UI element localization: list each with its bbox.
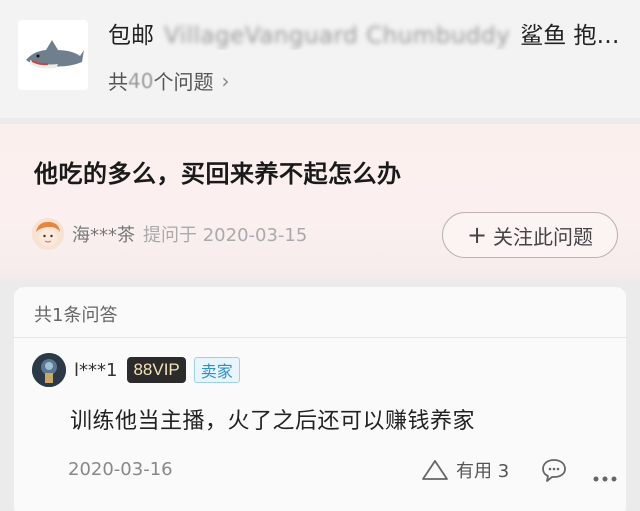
answerer-name: l***1 — [74, 359, 118, 381]
product-title-suffix: 鲨鱼 抱… — [520, 23, 620, 49]
asker-name: 海***茶 — [72, 225, 135, 246]
chevron-right-icon: › — [221, 68, 230, 93]
product-title-prefix: 包邮 — [108, 23, 154, 49]
follow-question-button[interactable]: + 关注此问题 — [442, 212, 618, 258]
product-header[interactable]: 包邮 VillageVanguard Chumbuddy 鲨鱼 抱… 共 40 个问… — [0, 0, 640, 118]
more-button[interactable] — [592, 468, 618, 487]
comment-button[interactable] — [540, 457, 568, 487]
useful-label: 有用 3 — [456, 461, 510, 482]
plus-icon: + — [466, 221, 488, 249]
comment-icon — [542, 459, 566, 482]
divider — [14, 337, 626, 338]
answer-text: 训练他当主播，火了之后还可以赚钱养家 — [70, 409, 476, 434]
vip-badge: 88VIP — [127, 357, 186, 383]
answerer-avatar[interactable] — [32, 353, 66, 387]
useful-button[interactable]: 有用 3 — [420, 457, 509, 483]
question-count-link[interactable]: 共 40 个问题 › — [108, 66, 229, 95]
asker-info: 海***茶 提问于 2020-03-15 — [32, 218, 307, 250]
product-title-blurred: VillageVanguard Chumbuddy — [164, 23, 511, 49]
thumbs-up-triangle-icon — [422, 460, 448, 480]
shark-plush-image — [18, 20, 88, 90]
seller-badge: 卖家 — [193, 357, 240, 383]
follow-question-label: 关注此问题 — [493, 224, 594, 249]
product-thumbnail[interactable] — [18, 20, 88, 90]
question-count-prefix: 共 — [108, 70, 128, 94]
answer-date: 2020-03-16 — [68, 459, 173, 480]
question-text: 他吃的多么，买回来养不起怎么办 — [34, 160, 402, 188]
question-count-suffix: 个问题 — [153, 70, 214, 94]
answers-count: 共1条问答 — [34, 305, 118, 326]
asker-avatar — [32, 218, 64, 250]
question-card: 他吃的多么，买回来养不起怎么办 海***茶 提问于 2020-03-15 + 关… — [0, 124, 640, 280]
product-title[interactable]: 包邮 VillageVanguard Chumbuddy 鲨鱼 抱… — [108, 16, 628, 50]
asked-date: 提问于 2020-03-15 — [143, 225, 308, 246]
answers-card: 共1条问答 l***1 88VIP 卖家 训练他当主播，火了之后还可以赚钱养家 … — [14, 287, 626, 511]
question-count-number: 40 — [128, 68, 154, 93]
answerer-info: l***1 88VIP 卖家 — [32, 353, 240, 387]
more-dots-icon — [593, 476, 617, 482]
